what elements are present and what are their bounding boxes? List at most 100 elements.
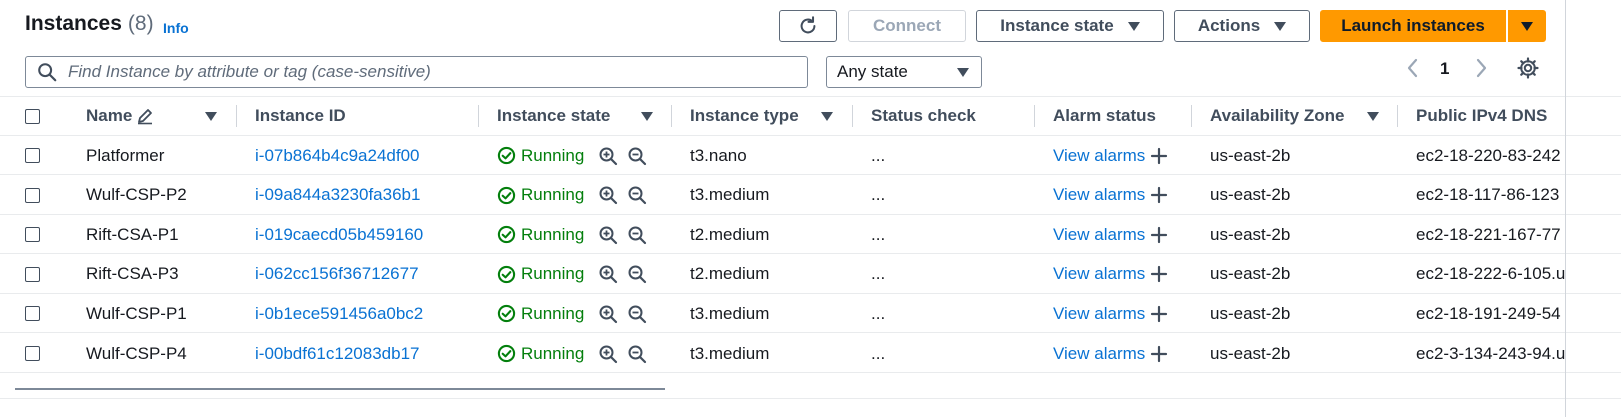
instance-id-link[interactable]: i-019caecd05b459160 [255, 215, 423, 254]
zoom-out-icon[interactable] [627, 304, 647, 324]
instance-id-link[interactable]: i-09a844a3230fa36b1 [255, 176, 420, 215]
edit-pencil-icon [138, 109, 153, 125]
refresh-button[interactable] [779, 10, 837, 42]
view-alarms-link[interactable]: View alarms [1053, 185, 1145, 205]
zoom-in-icon[interactable] [598, 344, 618, 364]
actions-button[interactable]: Actions [1174, 10, 1310, 42]
table-row[interactable]: Wulf-CSP-P1 i-0b1ece591456a0bc2 Running t3.… [0, 294, 1621, 334]
instance-state-text: Running [521, 224, 585, 244]
column-availability-zone[interactable]: Availability Zone [1210, 97, 1344, 135]
connect-button[interactable]: Connect [848, 10, 966, 42]
row-checkbox[interactable] [25, 255, 40, 294]
instance-id-link[interactable]: i-062cc156f36712677 [255, 255, 419, 294]
sort-caret-icon[interactable] [1367, 112, 1379, 121]
instance-state-cell: Running [497, 176, 647, 215]
column-alarm-status[interactable]: Alarm status [1053, 97, 1156, 135]
zoom-in-icon[interactable] [598, 264, 618, 284]
row-checkbox[interactable] [25, 136, 40, 175]
next-page-icon[interactable] [1472, 57, 1490, 84]
row-checkbox[interactable] [25, 176, 40, 215]
table-row[interactable]: Platformer i-07b864b4c9a24df00 Running t3.n… [0, 136, 1621, 175]
table-row[interactable]: Wulf-CSP-P4 i-00bdf61c12083db17 Running t3.… [0, 334, 1621, 373]
page-title: Instances (8) [25, 12, 154, 36]
success-check-icon [497, 226, 516, 244]
column-divider[interactable] [236, 105, 237, 127]
search-field[interactable] [25, 56, 808, 88]
instance-name: Rift-CSA-P3 [86, 264, 179, 284]
column-divider[interactable] [1397, 105, 1398, 127]
plus-icon[interactable] [1150, 305, 1168, 323]
zoom-out-icon[interactable] [627, 344, 647, 364]
zoom-in-icon[interactable] [598, 185, 618, 205]
sort-caret-icon[interactable] [205, 112, 217, 121]
view-alarms-link[interactable]: View alarms [1053, 225, 1145, 245]
table-row[interactable]: Rift-CSA-P1 i-019caecd05b459160 Running t2.… [0, 215, 1621, 255]
column-divider[interactable] [1034, 105, 1035, 127]
zoom-out-icon[interactable] [627, 225, 647, 245]
state-filter-select[interactable]: Any state [826, 56, 982, 88]
refresh-icon [800, 16, 816, 34]
zoom-in-icon[interactable] [598, 146, 618, 166]
zoom-out-icon[interactable] [627, 185, 647, 205]
select-all-checkbox[interactable] [25, 97, 40, 135]
column-name[interactable]: Name [86, 97, 154, 135]
search-input[interactable] [66, 61, 790, 83]
current-page[interactable]: 1 [1440, 59, 1449, 79]
view-alarms-link[interactable]: View alarms [1053, 304, 1145, 324]
instance-state-button[interactable]: Instance state [976, 10, 1164, 42]
row-checkbox[interactable] [25, 294, 40, 333]
instance-state-cell: Running [497, 334, 647, 373]
plus-icon[interactable] [1150, 147, 1168, 165]
instance-id-link[interactable]: i-00bdf61c12083db17 [255, 334, 419, 373]
row-checkbox[interactable] [25, 334, 40, 373]
table-row[interactable]: Rift-CSA-P3 i-062cc156f36712677 Running t2.… [0, 255, 1621, 294]
settings-gear-icon[interactable] [1516, 56, 1540, 85]
column-divider[interactable] [1191, 105, 1192, 127]
view-alarms-link[interactable]: View alarms [1053, 146, 1145, 166]
view-alarms-link[interactable]: View alarms [1053, 344, 1145, 364]
plus-icon[interactable] [1150, 345, 1168, 363]
instance-count: (8) [127, 12, 154, 35]
column-status-check[interactable]: Status check [871, 97, 976, 135]
availability-zone: us-east-2b [1210, 303, 1291, 323]
view-alarms-link[interactable]: View alarms [1053, 264, 1145, 284]
instance-type: t2.medium [690, 264, 770, 284]
instance-state-text: Running [521, 264, 585, 284]
plus-icon[interactable] [1150, 186, 1168, 204]
zoom-in-icon[interactable] [598, 225, 618, 245]
availability-zone: us-east-2b [1210, 185, 1291, 205]
horizontal-scrollbar[interactable] [15, 388, 665, 390]
sort-caret-icon[interactable] [641, 112, 653, 121]
instance-id-link[interactable]: i-07b864b4c9a24df00 [255, 136, 419, 175]
table-row[interactable]: Wulf-CSP-P2 i-09a844a3230fa36b1 Running t3.… [0, 176, 1621, 215]
zoom-out-icon[interactable] [627, 264, 647, 284]
launch-instances-button[interactable]: Launch instances [1320, 10, 1506, 42]
column-divider[interactable] [478, 105, 479, 127]
zoom-in-icon[interactable] [598, 304, 618, 324]
alarm-status-cell: View alarms [1053, 255, 1168, 294]
public-ipv4-dns: ec2-18-222-6-105.u [1416, 264, 1565, 284]
column-divider[interactable] [852, 105, 853, 127]
instance-id-link[interactable]: i-0b1ece591456a0bc2 [255, 294, 423, 333]
column-instance-id[interactable]: Instance ID [255, 97, 346, 135]
table-bottom-divider [0, 398, 1621, 399]
success-check-icon [497, 305, 516, 323]
availability-zone: us-east-2b [1210, 343, 1291, 363]
state-filter-value: Any state [837, 62, 908, 81]
previous-page-icon[interactable] [1404, 57, 1422, 84]
public-ipv4-dns: ec2-18-117-86-123 [1416, 185, 1560, 205]
zoom-out-icon[interactable] [627, 146, 647, 166]
sort-caret-icon[interactable] [821, 112, 833, 121]
plus-icon[interactable] [1150, 265, 1168, 283]
column-instance-state[interactable]: Instance state [497, 97, 610, 135]
launch-instances-dropdown[interactable] [1508, 10, 1546, 42]
plus-icon[interactable] [1150, 226, 1168, 244]
instance-type: t2.medium [690, 224, 770, 244]
column-instance-type[interactable]: Instance type [690, 97, 799, 135]
column-public-ipv4-dns[interactable]: Public IPv4 DNS [1416, 97, 1547, 135]
column-divider[interactable] [671, 105, 672, 127]
success-check-icon [497, 344, 516, 363]
info-link[interactable]: Info [163, 20, 189, 36]
success-check-icon [497, 146, 516, 165]
row-checkbox[interactable] [25, 215, 40, 254]
